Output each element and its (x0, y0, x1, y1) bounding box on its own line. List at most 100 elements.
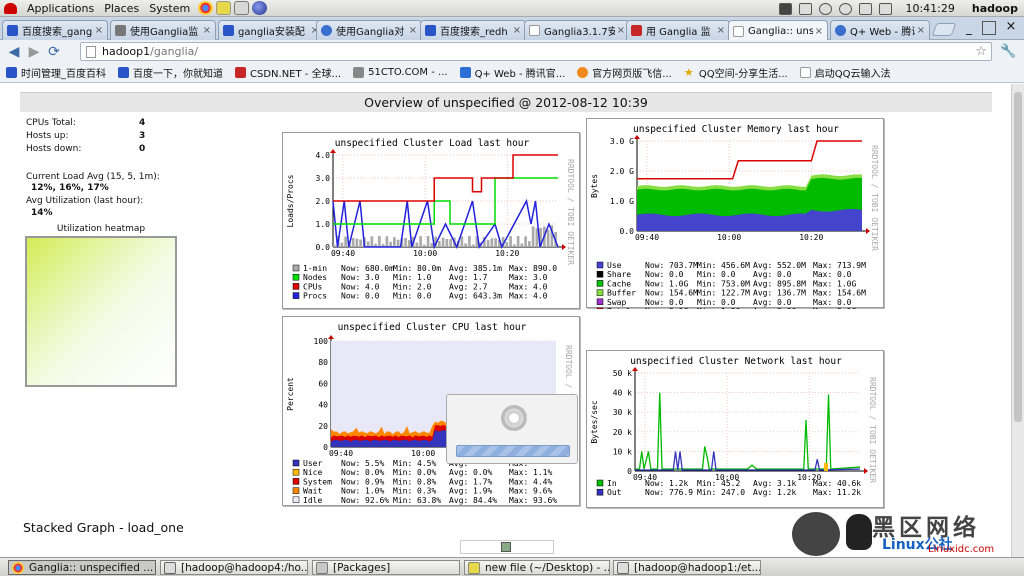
browser-tab[interactable]: 使用Ganglia监 × (110, 20, 216, 40)
legend-value: 0.3% (417, 487, 436, 496)
legend-value: 552.0M (777, 261, 806, 270)
stacked-graph-title: Stacked Graph - load_one (23, 520, 184, 535)
power-icon[interactable] (839, 2, 853, 15)
legend-header: Now: (341, 282, 360, 291)
taskbar-item[interactable]: [Packages] (312, 560, 460, 575)
legend-value: 0.0 (837, 298, 852, 307)
terminal-launcher-icon[interactable] (234, 1, 250, 15)
graph-load[interactable]: unspecified Cluster Load last hour 4.0 3.0… (282, 132, 580, 309)
bookmark-item[interactable]: 百度一下，你就知道 (112, 65, 229, 80)
address-path: /ganglia/ (150, 45, 199, 58)
legend-name: Total (607, 307, 631, 309)
taskbar-item-active[interactable]: Ganglia:: unspecified ... (8, 560, 156, 575)
page-scrollbar[interactable] (1011, 84, 1024, 557)
taskbar-item[interactable]: [hadoop@hadoop4:/ho... (160, 560, 308, 575)
browser-tab[interactable]: Ganglia3.1.7安 × (524, 20, 630, 40)
wrench-menu-button[interactable]: 🔧 (1000, 44, 1016, 60)
bug-report-icon[interactable] (779, 2, 793, 15)
bookmark-item[interactable]: CSDN.NET - 全球... (229, 65, 347, 80)
browser-tab[interactable]: 百度搜索_redh × (420, 20, 526, 40)
close-tab-icon[interactable]: × (513, 25, 521, 36)
legend-value: 0.0% (473, 468, 492, 477)
graph-memory[interactable]: unspecified Cluster Memory last hour 3.0 … (586, 118, 884, 309)
update-icon[interactable] (819, 2, 833, 15)
legend-value: 122.7M (721, 289, 750, 298)
legend-header: Max: (509, 496, 528, 505)
utilization-heatmap[interactable] (25, 236, 177, 387)
y-tick-label: 2.0 (316, 197, 331, 206)
taskbar-item[interactable]: [hadoop@hadoop1:/et... (613, 560, 761, 575)
monitor-icon[interactable] (879, 2, 893, 15)
new-tab-button[interactable] (931, 23, 957, 36)
close-tab-icon[interactable]: × (815, 26, 823, 37)
back-button[interactable]: ◀ (4, 43, 24, 61)
top-panel: Applications Places System 10:41:29 hado… (0, 0, 1024, 17)
window-close-icon[interactable]: × (1004, 19, 1018, 34)
panel-clock[interactable]: 10:41:29 (905, 2, 954, 15)
browser-tab[interactable]: ganglia安装配 × (218, 20, 324, 40)
reload-button[interactable]: ⟳ (44, 43, 64, 61)
legend-name: Use (607, 261, 622, 270)
paw-icon (223, 25, 234, 36)
menu-applications[interactable]: Applications (27, 2, 94, 15)
close-tab-icon[interactable]: × (917, 25, 925, 36)
legend-header: Max: (813, 488, 832, 497)
legend-value: 0.0 (365, 292, 380, 301)
legend-swatch (292, 468, 300, 476)
close-tab-icon[interactable]: × (409, 25, 417, 36)
scroll-thumb[interactable] (1014, 92, 1022, 422)
menu-places[interactable]: Places (104, 2, 139, 15)
folder-icon (316, 561, 328, 574)
graph-title: unspecified Cluster CPU last hour (338, 322, 527, 333)
legend-swatch (596, 261, 604, 269)
browser-tab[interactable]: Q+ Web - 腾讯 × (830, 20, 930, 40)
browser-tab[interactable]: 用 Ganglia 监 × (626, 20, 730, 40)
legend-value: 3.1G (669, 307, 688, 309)
bookmark-item[interactable]: Q+ Web - 腾讯官... (454, 65, 572, 80)
close-tab-icon[interactable]: × (717, 25, 725, 36)
bottom-taskbar: Ganglia:: unspecified ... [hadoop@hadoop… (0, 557, 1024, 576)
bookmark-item[interactable]: 官方网页版飞信... (571, 65, 678, 80)
eclipse-launcher-icon[interactable] (252, 1, 268, 15)
menu-system[interactable]: System (149, 2, 190, 15)
browser-tab[interactable]: 使用Ganglia对 × (316, 20, 422, 40)
stat-value: 4 (139, 118, 146, 128)
legend-swatch (292, 459, 300, 467)
window-minimize-icon[interactable]: _ (962, 21, 976, 35)
y-tick-label: 3.0 (316, 174, 331, 183)
bookmark-item[interactable]: 启动QQ云输入法 (794, 65, 897, 80)
close-tab-icon[interactable]: × (617, 25, 625, 36)
legend-value: 2.3G (777, 307, 796, 309)
legend-header: Max: (813, 298, 832, 307)
legend-header: Avg: (449, 282, 468, 291)
browser-tab-active[interactable]: Ganglia:: unsp× (728, 20, 828, 41)
bookmark-star-icon[interactable]: ☆ (975, 44, 987, 59)
legend-swatch (596, 479, 604, 487)
forward-button[interactable]: ▶ (24, 43, 44, 61)
chrome-launcher-icon[interactable] (198, 1, 214, 15)
taskbar-item[interactable]: new file (~/Desktop) - ... (464, 560, 610, 575)
panel-user[interactable]: hadoop (972, 2, 1018, 15)
legend-value: 1.9% (473, 487, 492, 496)
volume-icon[interactable] (859, 2, 873, 15)
bookmark-item[interactable]: 时间管理_百度百科 (0, 65, 112, 80)
address-bar[interactable]: hadoop1/ganglia/ ☆ (80, 42, 992, 61)
legend-swatch (596, 307, 604, 309)
browser-tab[interactable]: 百度搜索_gang × (2, 20, 108, 40)
legend-swatch (596, 280, 604, 287)
legend-swatch (596, 488, 604, 496)
close-tab-icon[interactable]: × (95, 25, 103, 36)
network-icon[interactable] (799, 2, 813, 15)
window-maximize-icon[interactable] (982, 21, 996, 35)
page-icon (733, 25, 744, 37)
legend-header: Avg: (753, 289, 772, 298)
legend-value: 0.0% (365, 468, 384, 477)
legend-value: 136.7M (777, 289, 806, 298)
text-editor-launcher-icon[interactable] (216, 1, 232, 15)
legend-value: 3.0 (533, 273, 548, 282)
graph-network[interactable]: unspecified Cluster Network last hour 50 … (586, 350, 884, 508)
bookmark-item[interactable]: ★ QQ空间-分享生活... (678, 65, 794, 80)
x-axis-arrow (864, 468, 868, 474)
bookmark-item[interactable]: 51CTO.COM - ... (347, 67, 453, 78)
close-tab-icon[interactable]: × (203, 25, 211, 36)
